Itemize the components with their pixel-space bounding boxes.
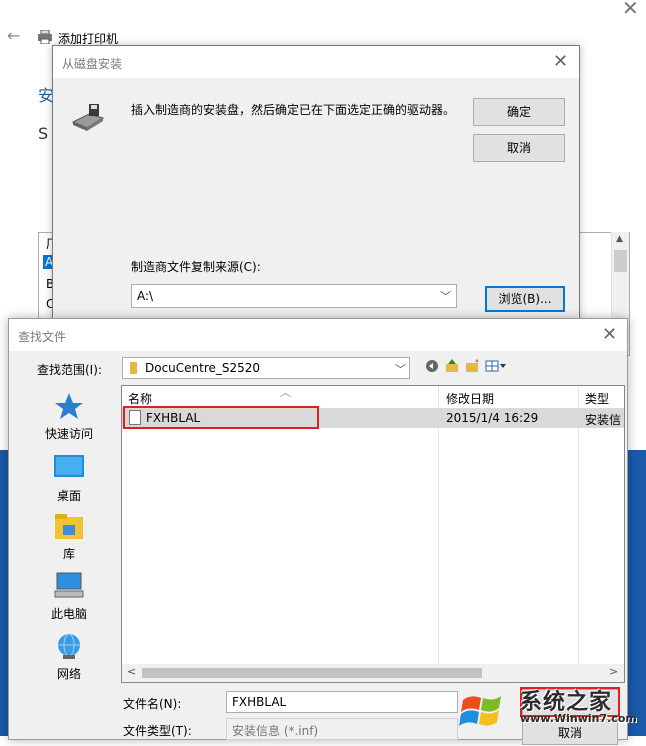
dialog-titlebar [53, 46, 579, 78]
watermark-url: www.Winwin7.com [520, 712, 637, 725]
scroll-thumb[interactable] [614, 250, 627, 272]
column-divider[interactable] [578, 386, 579, 682]
file-type-value: 安装信息 (*.inf) [232, 724, 319, 738]
file-name-value: FXHBLAL [232, 695, 287, 709]
view-menu-icon[interactable] [485, 359, 507, 377]
look-in-value: DocuCentre_S2520 [145, 361, 261, 375]
file-name-label: 文件名(N): [123, 697, 182, 711]
horizontal-scrollbar[interactable]: < > [122, 664, 624, 682]
up-folder-icon[interactable] [445, 359, 459, 377]
source-path-value: A:\ [137, 289, 154, 303]
place-label: 桌面 [56, 489, 81, 503]
desktop-icon [53, 453, 85, 483]
back-arrow-icon[interactable]: ← [7, 26, 20, 45]
highlight-box [123, 406, 319, 429]
place-label: 此电脑 [50, 607, 87, 621]
wizard-close-icon[interactable]: ✕ [622, 0, 639, 20]
close-icon[interactable]: ✕ [602, 326, 617, 344]
scroll-right-icon[interactable]: > [609, 665, 618, 678]
new-folder-icon[interactable]: * [465, 358, 481, 377]
close-icon[interactable]: ✕ [553, 53, 568, 71]
source-path-combo[interactable]: A:\ ﹀ [131, 284, 457, 308]
file-type-label: 文件类型(T): [123, 724, 192, 738]
dialog-title: 查找文件 [18, 330, 67, 344]
dialog-title: 从磁盘安装 [62, 57, 123, 71]
browse-button[interactable]: 浏览(B)... [485, 286, 565, 312]
wizard-printer-glyph: S [38, 124, 49, 143]
scroll-left-icon[interactable]: < [127, 665, 136, 678]
place-label: 库 [62, 547, 75, 561]
chevron-down-icon[interactable]: ﹀ [395, 361, 406, 377]
file-list[interactable]: ︿ 名称 修改日期 类型 FXHBLAL 2015/1/4 16:29 安装信 … [121, 385, 625, 683]
look-in-combo[interactable]: DocuCentre_S2520 ﹀ [122, 357, 410, 379]
file-type-combo[interactable]: 安装信息 (*.inf) [226, 718, 458, 740]
place-label: 快速访问 [44, 427, 93, 441]
windows-logo-icon [455, 688, 515, 730]
source-label: 制造商文件复制来源(C): [131, 260, 261, 274]
network-icon [53, 631, 85, 661]
column-divider[interactable] [438, 386, 439, 682]
column-header-name[interactable]: 名称 [128, 390, 152, 407]
place-this-pc[interactable]: 此电脑 [29, 571, 109, 622]
file-name-input[interactable]: FXHBLAL [226, 691, 458, 713]
printer-icon [37, 29, 53, 45]
sort-up-icon: ︿ [280, 386, 291, 399]
file-type-cell: 安装信 [585, 413, 622, 427]
place-network[interactable]: 网络 [29, 631, 109, 682]
place-quick-access[interactable]: 快速访问 [29, 391, 109, 442]
column-header-date[interactable]: 修改日期 [446, 390, 494, 407]
column-header-type[interactable]: 类型 [585, 390, 609, 407]
disk-drive-icon [71, 102, 105, 135]
chevron-down-icon[interactable]: ﹀ [440, 288, 451, 304]
scroll-thumb[interactable] [142, 668, 482, 678]
back-icon[interactable] [425, 359, 439, 377]
dialog-titlebar [9, 319, 627, 351]
computer-icon [53, 571, 85, 601]
ok-button[interactable]: 确定 [473, 98, 565, 126]
star-icon [53, 391, 85, 421]
look-in-label: 查找范围(I): [37, 363, 102, 377]
place-label: 网络 [56, 667, 81, 681]
place-libraries[interactable]: 库 [29, 511, 109, 562]
library-icon [53, 511, 85, 541]
folder-icon [130, 362, 137, 374]
find-file-dialog: 查找文件 ✕ 查找范围(I): DocuCentre_S2520 ﹀ * 快速访… [8, 318, 628, 745]
cancel-button[interactable]: 取消 [473, 134, 565, 162]
scroll-up-icon[interactable]: ▲ [616, 234, 623, 244]
install-from-disk-dialog: 从磁盘安装 ✕ 插入制造商的安装盘，然后确定已在下面选定正确的驱动器。 确定 取… [52, 45, 580, 337]
file-date-cell: 2015/1/4 16:29 [446, 411, 539, 425]
place-desktop[interactable]: 桌面 [29, 453, 109, 504]
svg-text:*: * [475, 359, 479, 367]
instruction-text: 插入制造商的安装盘，然后确定已在下面选定正确的驱动器。 [131, 103, 456, 117]
